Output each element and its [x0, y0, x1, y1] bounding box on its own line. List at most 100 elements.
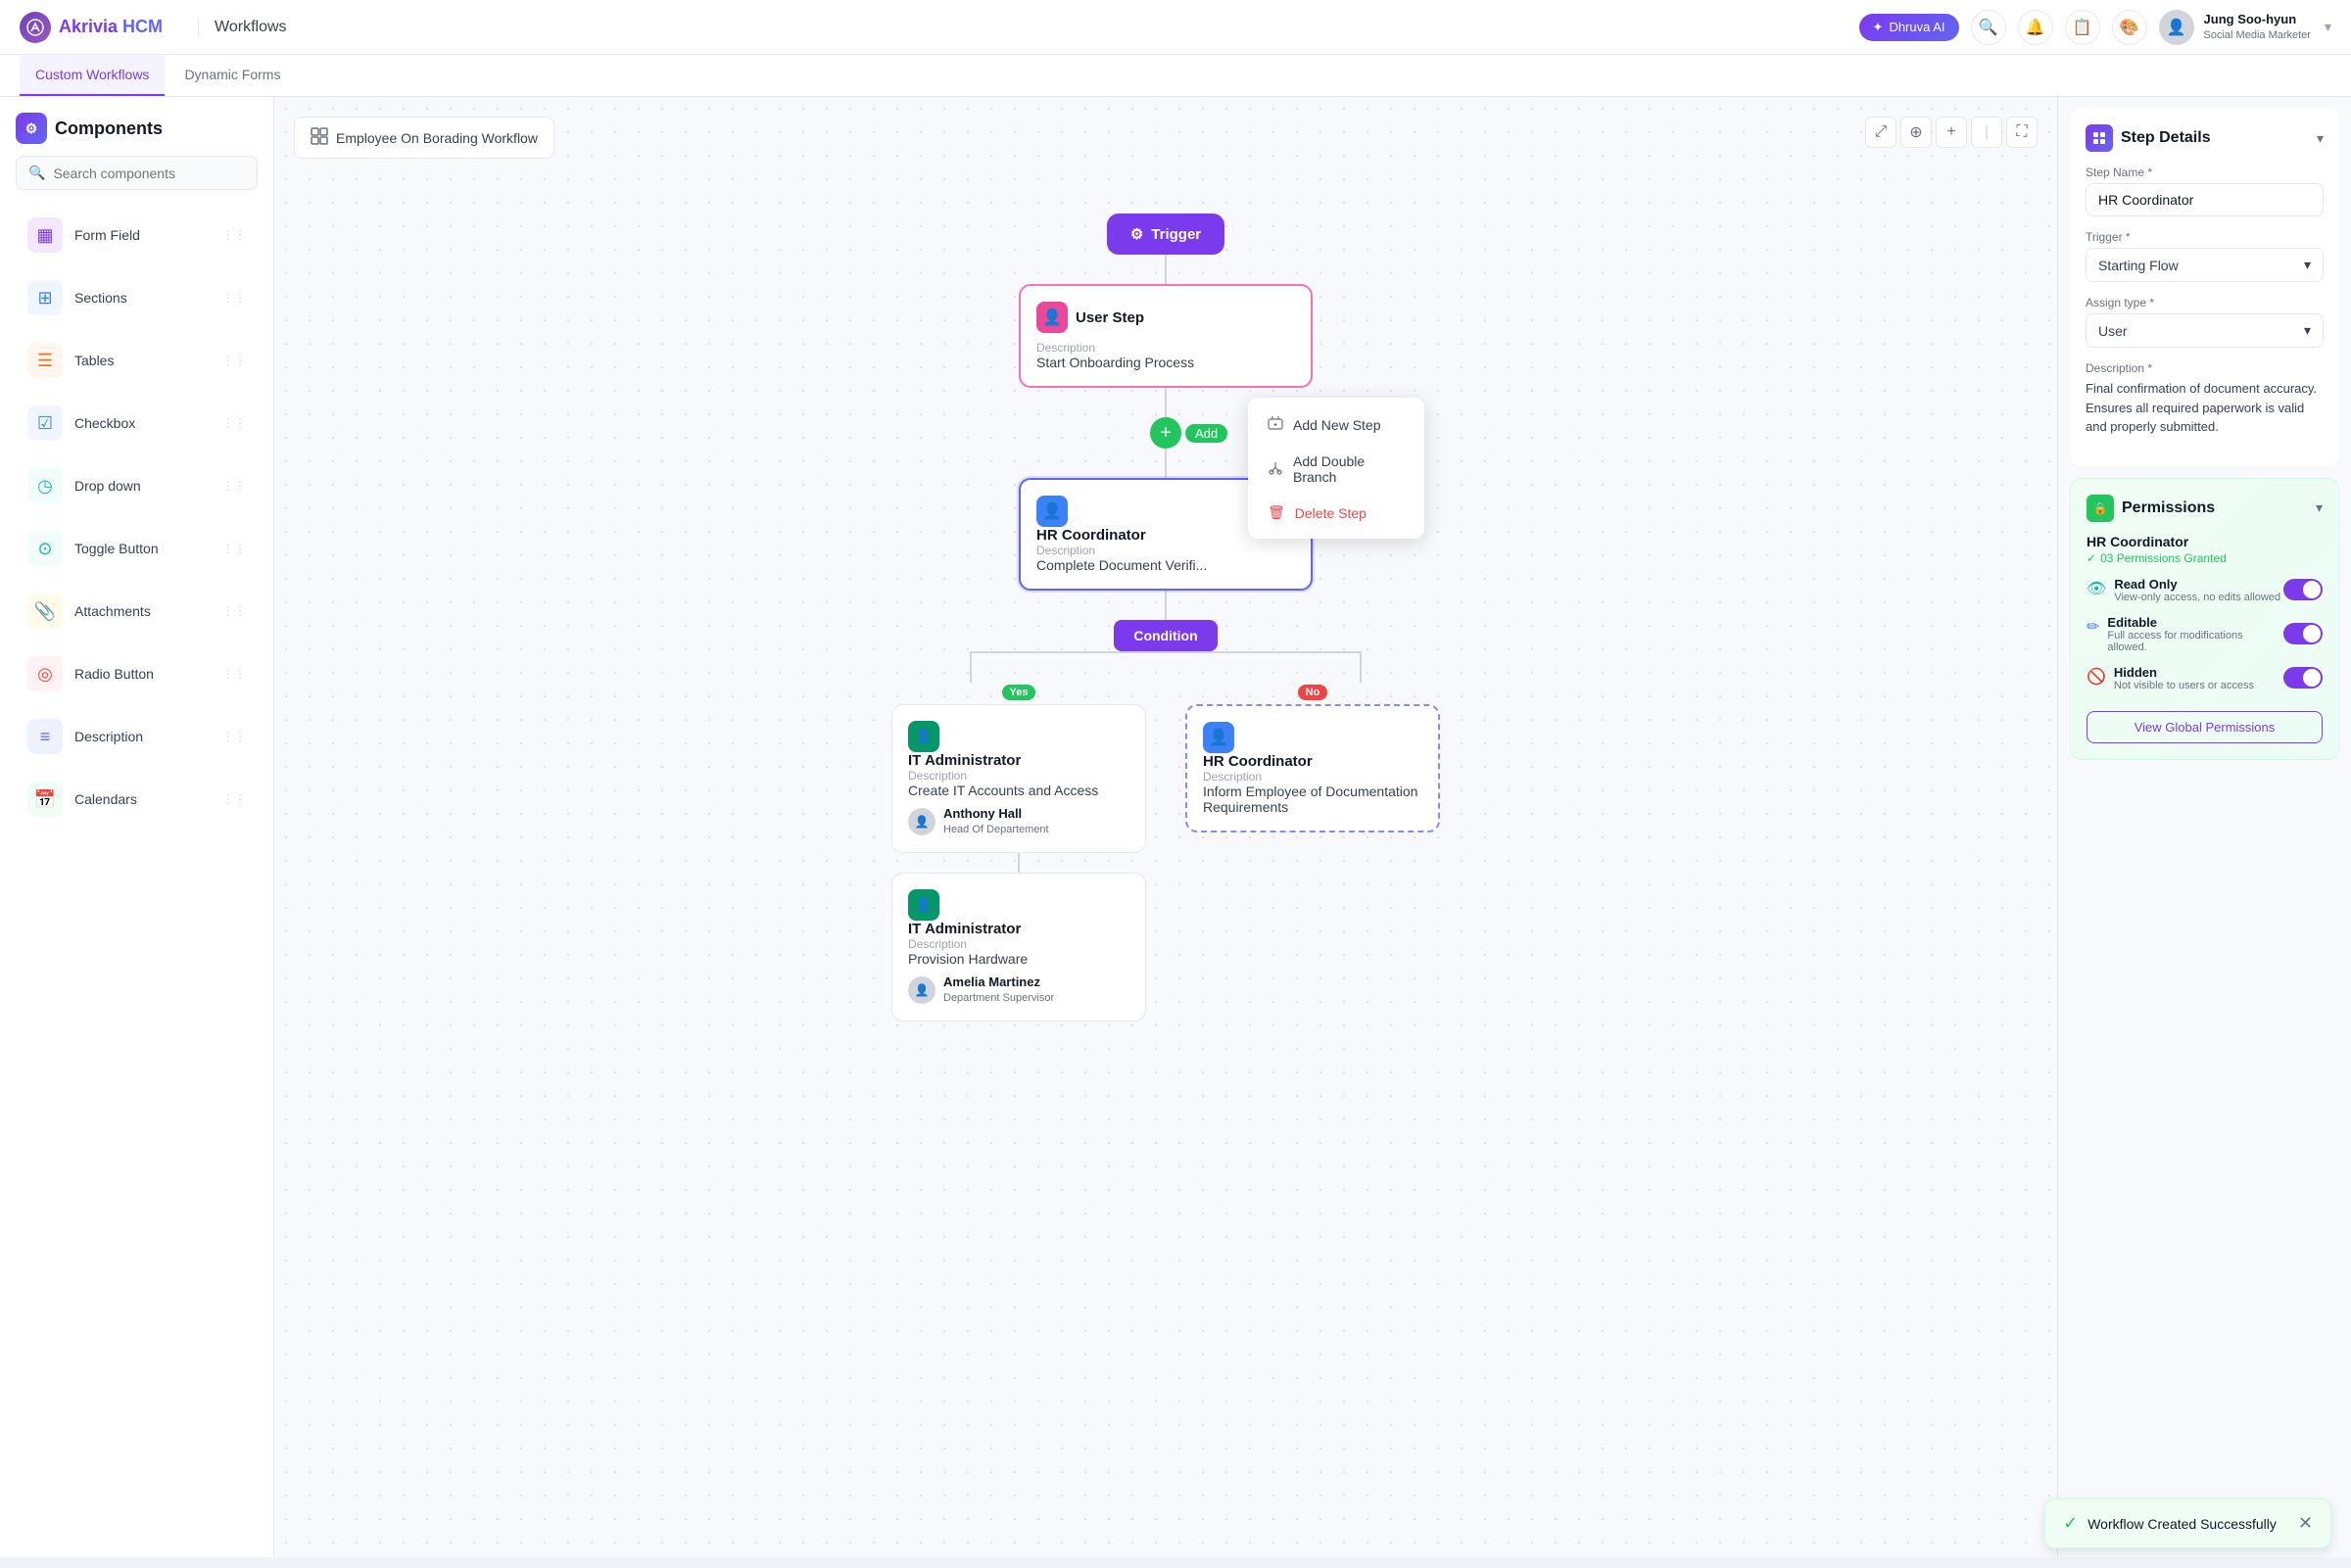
it-admin-2-icon: 👤	[908, 889, 939, 921]
it-admin-yes-node[interactable]: 👤 IT Administrator Description Create IT…	[891, 704, 1146, 853]
chevron-down-icon: ▾	[2304, 257, 2311, 273]
drag-handle[interactable]: ⋮⋮	[222, 416, 246, 430]
branch-icon	[1268, 460, 1283, 479]
trigger-value: Starting Flow	[2098, 258, 2179, 273]
delete-step-item[interactable]: 🗑 Delete Step	[1256, 495, 1416, 531]
it-admin-2-title: IT Administrator	[908, 921, 1021, 937]
branch-lines	[970, 651, 1362, 683]
drag-handle[interactable]: ⋮⋮	[222, 542, 246, 555]
component-label: Radio Button	[74, 666, 222, 682]
search-input[interactable]	[53, 166, 245, 181]
right-branch-line	[1166, 651, 1362, 683]
component-attachments[interactable]: 📎 Attachments ⋮⋮	[16, 582, 258, 641]
trash-icon: 🗑	[1268, 504, 1285, 521]
separator: |	[1971, 117, 2002, 148]
connector-2	[1165, 388, 1167, 417]
second-yes-branch: 👤 IT Administrator Description Provision…	[891, 853, 1146, 1022]
drag-handle[interactable]: ⋮⋮	[222, 667, 246, 681]
drag-handle[interactable]: ⋮⋮	[222, 730, 246, 743]
view-global-permissions-button[interactable]: View Global Permissions	[2087, 711, 2323, 743]
checkbox-icon: ☑	[27, 405, 63, 441]
drag-handle[interactable]: ⋮⋮	[222, 479, 246, 493]
drag-handle[interactable]: ⋮⋮	[222, 291, 246, 305]
user-profile[interactable]: 👤 Jung Soo-hyun Social Media Marketer ▾	[2159, 10, 2331, 45]
tab-dynamic-forms[interactable]: Dynamic Forms	[168, 55, 296, 96]
toast-close-button[interactable]: ✕	[2298, 1513, 2313, 1534]
tab-bar: Custom Workflows Dynamic Forms	[0, 55, 2351, 97]
trigger-node[interactable]: ⚙ Trigger	[1107, 214, 1224, 255]
component-calendars[interactable]: 📅 Calendars ⋮⋮	[16, 770, 258, 829]
user-info: Jung Soo-hyun Social Media Marketer	[2204, 12, 2311, 42]
hr-node-title: HR Coordinator	[1036, 527, 1146, 544]
trigger-select[interactable]: Starting Flow ▾	[2086, 248, 2324, 282]
user-info-amelia: Amelia Martinez Department Supervisor	[943, 974, 1054, 1005]
toggle-readonly[interactable]	[2283, 579, 2323, 600]
toggle-editable[interactable]	[2283, 623, 2323, 644]
permissions-title-text: Permissions	[2122, 499, 2215, 517]
fullscreen-button[interactable]: ⛶	[2006, 117, 2038, 148]
component-radio[interactable]: ◎ Radio Button ⋮⋮	[16, 644, 258, 703]
step-name-input[interactable]	[2086, 183, 2324, 216]
perm-name-hidden: Hidden	[2114, 665, 2254, 680]
drag-handle[interactable]: ⋮⋮	[222, 604, 246, 618]
it-admin-2-desc-label: Description	[908, 937, 1129, 951]
delete-step-label: Delete Step	[1295, 505, 1367, 521]
branches-area: Yes 👤 IT Administrator Description Creat…	[333, 651, 1998, 1022]
user-avatar-anthony: 👤	[908, 808, 936, 835]
assign-type-value: User	[2098, 323, 2128, 339]
user-step-node[interactable]: 👤 User Step Description Start Onboarding…	[1019, 284, 1313, 388]
notifications-button[interactable]: 🔔	[2018, 10, 2053, 45]
add-double-branch-item[interactable]: Add Double Branch	[1256, 444, 1416, 495]
components-icon: ⚙	[16, 113, 47, 144]
anthony-name: Anthony Hall	[943, 806, 1049, 823]
drag-handle[interactable]: ⋮⋮	[222, 354, 246, 367]
header-right: ✦ Dhruva AI 🔍 🔔 📋 🎨 👤 Jung Soo-hyun Soci…	[1859, 10, 2331, 45]
dhruva-ai-button[interactable]: ✦ Dhruva AI	[1859, 14, 1959, 41]
hr-coordinator-no-node[interactable]: 👤 HR Coordinator Description Inform Empl…	[1185, 704, 1440, 832]
add-new-step-item[interactable]: Add New Step	[1256, 405, 1416, 444]
component-toggle[interactable]: ⊙ Toggle Button ⋮⋮	[16, 519, 258, 578]
description-field: Description * Final confirmation of docu…	[2086, 361, 2324, 437]
workflow-canvas[interactable]: Employee On Borading Workflow ⤢ ⊕ + | ⛶ …	[274, 97, 2057, 1557]
drag-handle[interactable]: ⋮⋮	[222, 792, 246, 806]
center-button[interactable]: ⊕	[1900, 117, 1932, 148]
user-row: 👤 Anthony Hall Head Of Departement	[908, 806, 1129, 836]
search-icon: 🔍	[28, 165, 45, 181]
expand-button[interactable]: ⤢	[1865, 117, 1896, 148]
permissions-chevron-icon[interactable]: ▾	[2316, 499, 2323, 516]
it-admin-yes-2-node[interactable]: 👤 IT Administrator Description Provision…	[891, 873, 1146, 1022]
user-row-2: 👤 Amelia Martinez Department Supervisor	[908, 974, 1129, 1005]
component-dropdown[interactable]: ◷ Drop down ⋮⋮	[16, 456, 258, 515]
add-new-step-label: Add New Step	[1293, 417, 1381, 433]
condition-node[interactable]: Condition	[1114, 620, 1217, 651]
search-button[interactable]: 🔍	[1971, 10, 2006, 45]
component-sections[interactable]: ⊞ Sections ⋮⋮	[16, 268, 258, 327]
component-checkbox[interactable]: ☑ Checkbox ⋮⋮	[16, 394, 258, 452]
edit-icon: ✏	[2087, 617, 2099, 637]
toggle-hidden[interactable]	[2283, 667, 2323, 689]
step-details-header: Step Details ▾	[2086, 124, 2324, 152]
chevron-up-icon[interactable]: ▾	[2317, 130, 2324, 147]
assign-type-select[interactable]: User ▾	[2086, 313, 2324, 348]
add-button[interactable]: + Add	[1150, 417, 1181, 449]
permissions-section: 🔒 Permissions ▾ HR Coordinator ✓ 03 Perm…	[2070, 478, 2339, 760]
hr-no-desc: Inform Employee of Documentation Require…	[1203, 784, 1422, 815]
v-line-left	[970, 653, 972, 683]
tab-custom-workflows[interactable]: Custom Workflows	[20, 55, 165, 96]
component-form-field[interactable]: ▦ Form Field ⋮⋮	[16, 206, 258, 264]
drag-handle[interactable]: ⋮⋮	[222, 228, 246, 242]
it-admin-desc-label: Description	[908, 769, 1129, 783]
zoom-in-button[interactable]: +	[1936, 117, 1967, 148]
component-tables[interactable]: ☰ Tables ⋮⋮	[16, 331, 258, 390]
component-description[interactable]: ≡ Description ⋮⋮	[16, 707, 258, 766]
description-value: Final confirmation of document accuracy.…	[2086, 379, 2324, 437]
component-label: Toggle Button	[74, 541, 222, 556]
v-line-2	[1018, 853, 1020, 873]
calendar-button[interactable]: 📋	[2065, 10, 2100, 45]
settings-button[interactable]: 🎨	[2112, 10, 2147, 45]
step-name-field: Step Name *	[2086, 166, 2324, 216]
search-box[interactable]: 🔍	[16, 156, 258, 190]
sidebar-title: ⚙ Components	[16, 113, 258, 144]
it-admin-title: IT Administrator	[908, 752, 1021, 769]
success-toast: ✓ Workflow Created Successfully ✕	[2044, 1498, 2331, 1548]
